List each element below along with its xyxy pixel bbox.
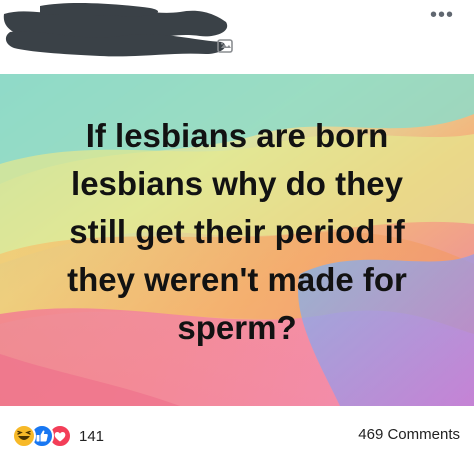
more-options-button[interactable]: ••• bbox=[430, 5, 454, 25]
post-header: ••• bbox=[0, 0, 474, 74]
redacted-author-scribble bbox=[3, 2, 228, 57]
reaction-count: 141 bbox=[79, 427, 105, 445]
post-footer: 141 469 Comments bbox=[0, 406, 474, 470]
post-background-image: If lesbians are born lesbians why do the… bbox=[0, 74, 474, 406]
comments-link[interactable]: 469 Comments bbox=[358, 426, 460, 443]
post-text: If lesbians are born lesbians why do the… bbox=[67, 117, 407, 346]
haha-reaction-icon bbox=[12, 424, 36, 448]
reactions-summary[interactable]: 141 bbox=[12, 424, 105, 448]
globe-icon bbox=[217, 39, 233, 53]
